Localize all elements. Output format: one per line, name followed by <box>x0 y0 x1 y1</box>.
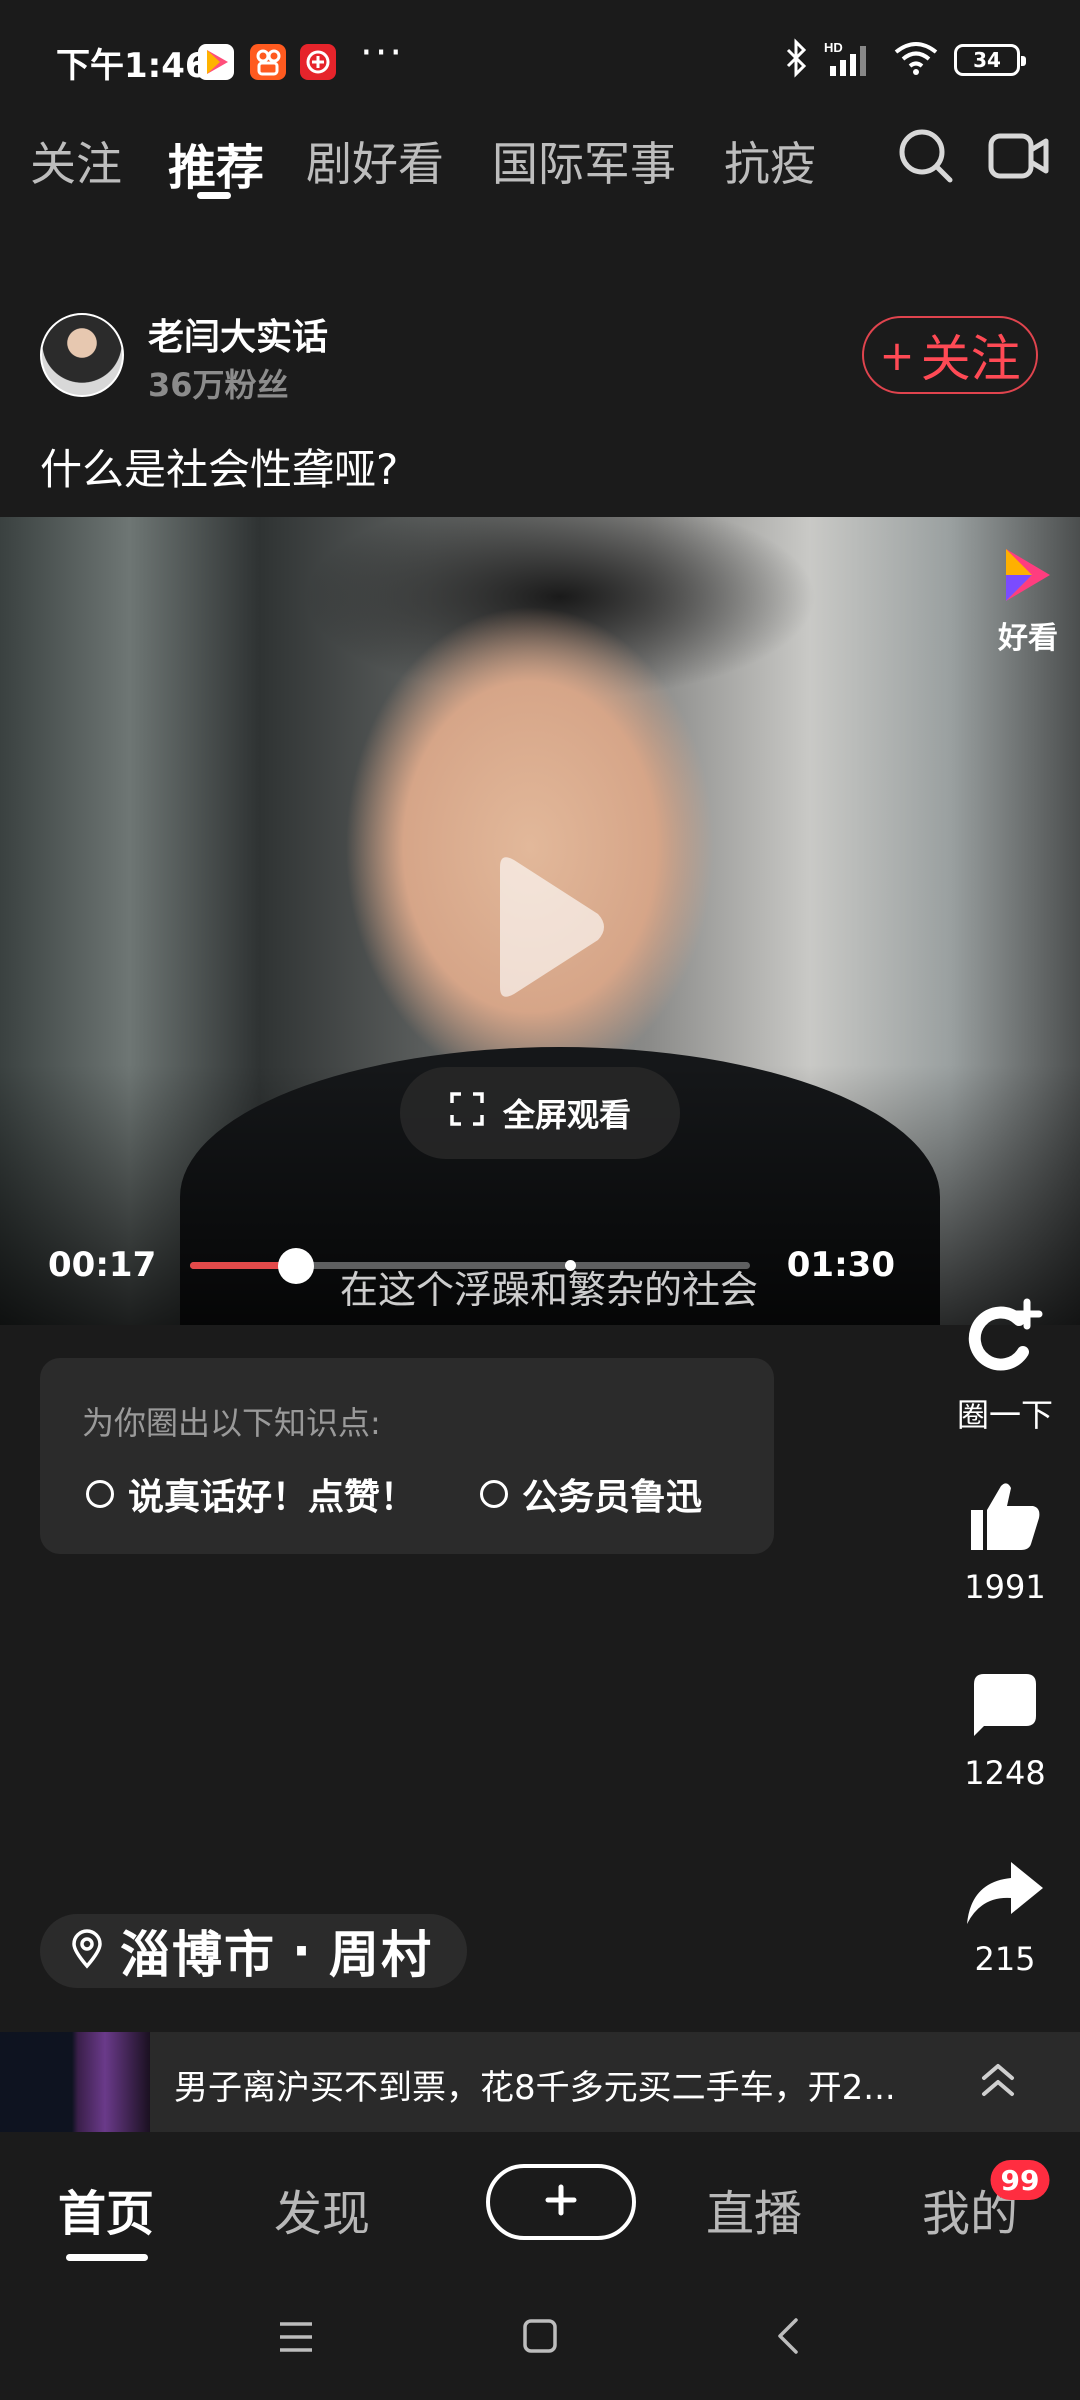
location-city: 淄博市 <box>120 1926 276 1984</box>
nav-live[interactable]: 直播 <box>706 2174 802 2244</box>
haokan-watermark-text: 好看 <box>998 621 1058 656</box>
current-time: 00:17 <box>48 1245 157 1285</box>
tab-military[interactable]: 国际军事 <box>492 128 676 194</box>
nav-home[interactable]: 首页 <box>58 2174 154 2244</box>
comment-icon <box>970 1670 1040 1744</box>
kuaishou-app-icon <box>250 44 286 80</box>
signal-icon: HD <box>824 38 878 82</box>
like-action[interactable]: 1991 <box>930 1480 1080 1606</box>
notification-badge: 99 <box>990 2160 1050 2200</box>
comment-action[interactable]: 1248 <box>930 1670 1080 1792</box>
tab-active-underline <box>197 192 231 199</box>
like-count: 1991 <box>964 1568 1046 1606</box>
radio-circle-icon <box>86 1480 114 1508</box>
comment-count: 1248 <box>964 1754 1046 1792</box>
bluetooth-icon <box>784 38 810 82</box>
thumbs-up-icon <box>967 1480 1043 1558</box>
status-time: 下午1:46 <box>56 46 209 86</box>
plus-icon: + <box>879 330 915 380</box>
battery-icon: 34 <box>954 44 1026 76</box>
news-bar[interactable]: 男子离沪买不到票，花8千多元买二手车，开2... <box>0 2032 1080 2132</box>
total-time: 01:30 <box>786 1245 895 1285</box>
follow-button[interactable]: + 关注 <box>862 316 1038 394</box>
circle-action[interactable]: 圈一下 <box>930 1296 1080 1436</box>
home-square-icon[interactable] <box>522 2318 558 2358</box>
system-nav-bar <box>0 2280 1080 2400</box>
location-tag[interactable]: 淄博市 · 周村 <box>40 1914 467 1988</box>
post-title: 什么是社会性聋哑? <box>40 445 399 494</box>
wifi-icon <box>892 38 940 82</box>
radio-circle-icon <box>480 1480 508 1508</box>
top-tabs: 关注 推荐 剧好看 国际军事 抗疫 <box>0 120 1080 210</box>
play-icon[interactable] <box>480 852 610 1002</box>
share-action[interactable]: 215 <box>930 1860 1080 1978</box>
share-count: 215 <box>974 1940 1036 1978</box>
author-name[interactable]: 老闫大实话 <box>148 308 328 360</box>
circle-label: 圈一下 <box>956 1396 1053 1434</box>
knowledge-card: 为你圈出以下知识点: 说真话好！点赞！ 公务员鲁迅 <box>40 1358 774 1554</box>
status-right: HD 34 <box>784 38 1026 82</box>
knowledge-point[interactable]: 公务员鲁迅 <box>480 1468 702 1520</box>
location-separator: · <box>292 1922 313 1980</box>
avatar[interactable] <box>40 313 124 397</box>
menu-icon[interactable] <box>278 2320 314 2358</box>
news-headline: 男子离沪买不到票，花8千多元买二手车，开2... <box>174 2068 896 2108</box>
bottom-nav: 首页 发现 直播 我的 99 <box>0 2140 1080 2270</box>
nav-discover[interactable]: 发现 <box>274 2174 370 2244</box>
knowledge-point-label: 公务员鲁迅 <box>522 1477 703 1518</box>
create-post-button[interactable] <box>486 2164 636 2240</box>
haokan-app-icon <box>198 44 234 80</box>
taobao-app-icon <box>300 44 336 80</box>
fullscreen-icon <box>449 1091 485 1135</box>
nav-active-underline <box>66 2254 148 2261</box>
location-pin-icon <box>70 1929 104 1973</box>
progress-marker <box>565 1260 576 1271</box>
share-icon <box>965 1860 1045 1930</box>
follow-label: 关注 <box>920 330 1021 388</box>
tab-drama[interactable]: 剧好看 <box>306 128 444 194</box>
location-area: 周村 <box>329 1926 433 1984</box>
back-chevron-icon[interactable] <box>776 2316 800 2360</box>
tab-follow[interactable]: 关注 <box>30 128 122 194</box>
knowledge-title: 为你圈出以下知识点: <box>82 1404 381 1442</box>
svg-text:HD: HD <box>824 40 843 55</box>
haokan-watermark-icon <box>996 545 1056 605</box>
tab-epidemic[interactable]: 抗疫 <box>724 128 816 194</box>
fullscreen-label: 全屏观看 <box>502 1096 631 1134</box>
more-notifications-icon: ··· <box>360 30 405 76</box>
tab-recommend[interactable]: 推荐 <box>168 128 264 198</box>
video-player[interactable]: 好看 全屏观看 在这个浮躁和繁杂的社会 00:17 01:30 <box>0 517 1080 1325</box>
fullscreen-button[interactable]: 全屏观看 <box>400 1067 680 1159</box>
camera-icon[interactable] <box>988 130 1050 186</box>
double-chevron-up-icon[interactable] <box>976 2056 1020 2106</box>
news-thumbnail <box>0 2032 150 2132</box>
search-icon[interactable] <box>896 126 956 190</box>
battery-level: 34 <box>973 48 1001 72</box>
knowledge-point[interactable]: 说真话好！点赞！ <box>86 1468 416 1520</box>
fan-count: 36万粉丝 <box>148 366 289 404</box>
plus-icon <box>544 2183 578 2221</box>
knowledge-point-label: 说真话好！点赞！ <box>128 1477 417 1518</box>
status-bar: 下午1:46 ··· HD 34 <box>0 0 1080 110</box>
circle-add-icon <box>963 1296 1047 1380</box>
